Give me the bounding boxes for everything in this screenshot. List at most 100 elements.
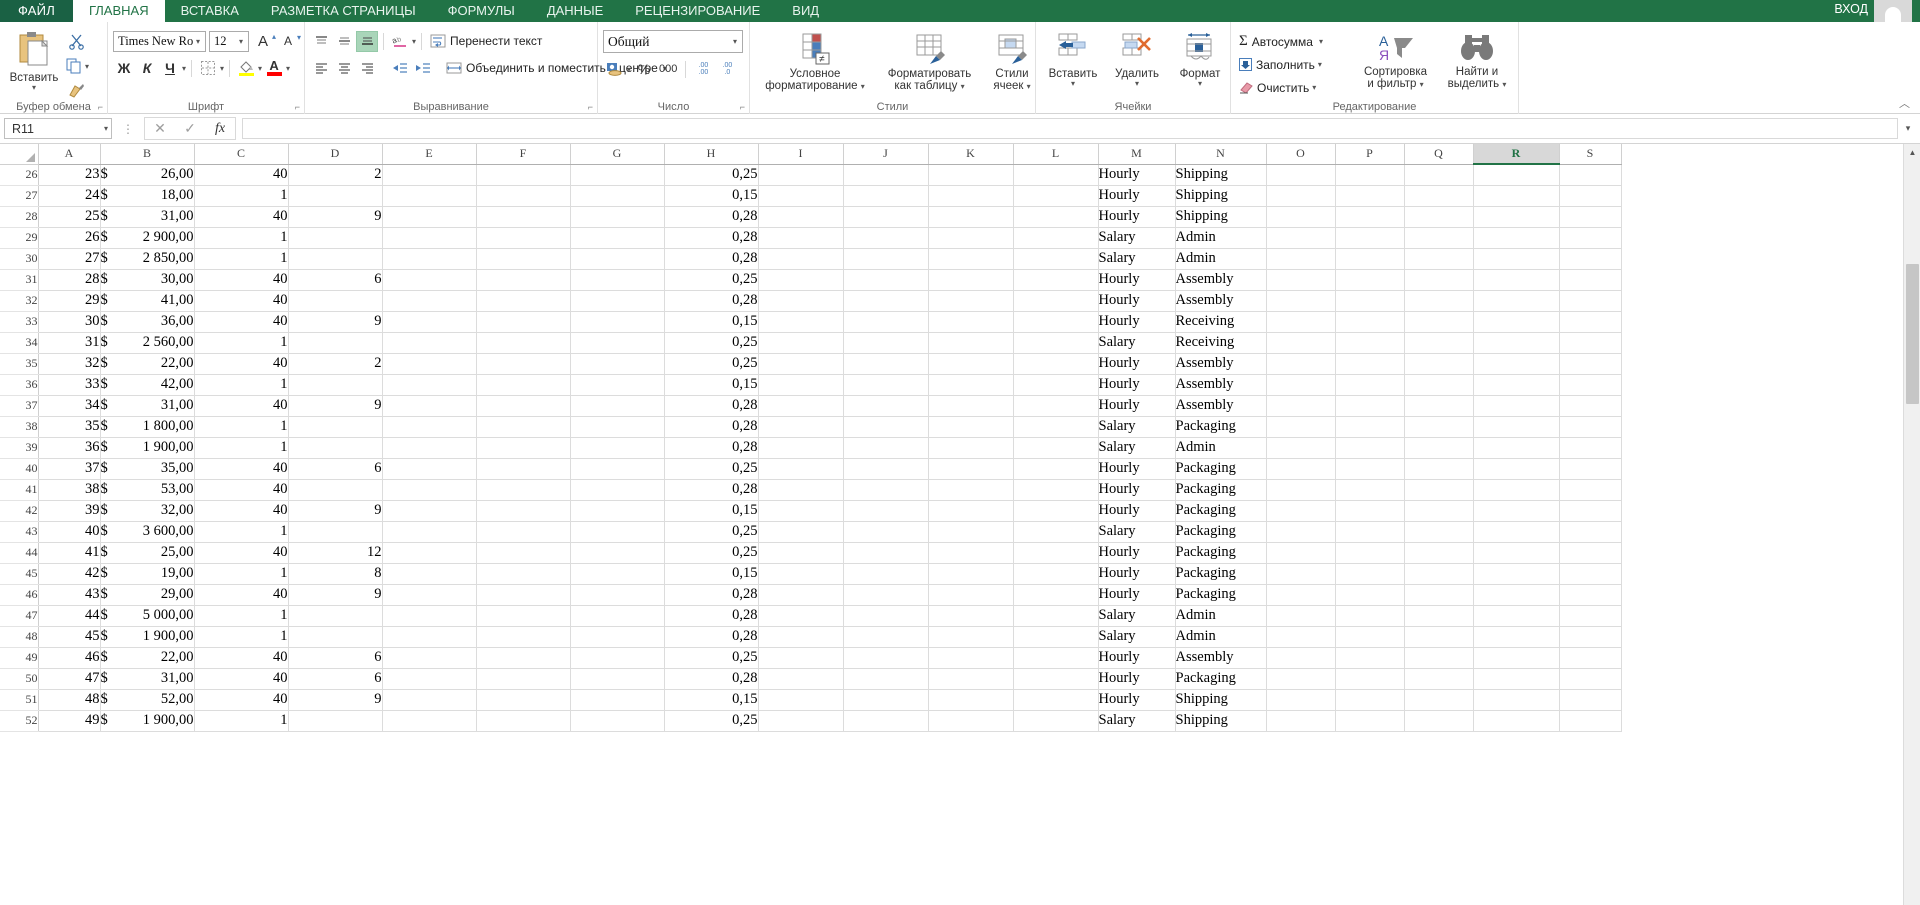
column-header-i[interactable]: I — [758, 144, 844, 165]
cell-Q35[interactable] — [1404, 353, 1474, 375]
cell-E32[interactable] — [382, 290, 477, 312]
cell-L30[interactable] — [1013, 248, 1099, 270]
cell-D43[interactable] — [288, 521, 383, 543]
cell-K41[interactable] — [928, 479, 1014, 501]
cell-N28[interactable]: Shipping — [1175, 206, 1267, 228]
cell-A31[interactable]: 28 — [38, 269, 101, 291]
cell-K40[interactable] — [928, 458, 1014, 480]
cell-S51[interactable] — [1559, 689, 1622, 711]
cell-E31[interactable] — [382, 269, 477, 291]
cell-H51[interactable]: 0,15 — [664, 689, 759, 711]
cell-S48[interactable] — [1559, 626, 1622, 648]
cell-D39[interactable] — [288, 437, 383, 459]
cell-K43[interactable] — [928, 521, 1014, 543]
cell-J33[interactable] — [843, 311, 929, 333]
align-right-button[interactable] — [356, 58, 378, 79]
cell-M51[interactable]: Hourly — [1098, 689, 1176, 711]
cell-F46[interactable] — [476, 584, 571, 606]
cell-I52[interactable] — [758, 710, 844, 732]
cell-D46[interactable]: 9 — [288, 584, 383, 606]
cell-I41[interactable] — [758, 479, 844, 501]
cell-G52[interactable] — [570, 710, 665, 732]
cell-P40[interactable] — [1335, 458, 1405, 480]
cell-M47[interactable]: Salary — [1098, 605, 1176, 627]
cell-B36[interactable]: $42,00 — [100, 374, 195, 396]
row-header-43[interactable]: 43 — [0, 521, 39, 543]
cell-J50[interactable] — [843, 668, 929, 690]
cell-P47[interactable] — [1335, 605, 1405, 627]
column-header-l[interactable]: L — [1013, 144, 1099, 165]
cell-B47[interactable]: $5 000,00 — [100, 605, 195, 627]
column-header-e[interactable]: E — [382, 144, 477, 165]
cell-I46[interactable] — [758, 584, 844, 606]
cell-M27[interactable]: Hourly — [1098, 185, 1176, 207]
cell-A32[interactable]: 29 — [38, 290, 101, 312]
cell-P41[interactable] — [1335, 479, 1405, 501]
cell-R26[interactable] — [1473, 164, 1560, 186]
cell-O37[interactable] — [1266, 395, 1336, 417]
row-header-48[interactable]: 48 — [0, 626, 39, 648]
cell-E51[interactable] — [382, 689, 477, 711]
cell-A37[interactable]: 34 — [38, 395, 101, 417]
accounting-chevron-down-icon[interactable]: ▾ — [627, 65, 631, 73]
column-header-k[interactable]: K — [928, 144, 1014, 165]
cell-Q51[interactable] — [1404, 689, 1474, 711]
cell-P42[interactable] — [1335, 500, 1405, 522]
cell-N41[interactable]: Packaging — [1175, 479, 1267, 501]
cell-Q39[interactable] — [1404, 437, 1474, 459]
cell-E45[interactable] — [382, 563, 477, 585]
cell-J34[interactable] — [843, 332, 929, 354]
name-box[interactable]: R11 ▾ — [4, 118, 112, 139]
cell-E28[interactable] — [382, 206, 477, 228]
cell-Q44[interactable] — [1404, 542, 1474, 564]
cell-O44[interactable] — [1266, 542, 1336, 564]
cell-F50[interactable] — [476, 668, 571, 690]
cell-L26[interactable] — [1013, 164, 1099, 186]
cell-S36[interactable] — [1559, 374, 1622, 396]
cell-R29[interactable] — [1473, 227, 1560, 249]
row-header-45[interactable]: 45 — [0, 563, 39, 585]
column-header-d[interactable]: D — [288, 144, 383, 165]
cell-N39[interactable]: Admin — [1175, 437, 1267, 459]
row-header-51[interactable]: 51 — [0, 689, 39, 711]
cell-P29[interactable] — [1335, 227, 1405, 249]
cell-E38[interactable] — [382, 416, 477, 438]
cell-N35[interactable]: Assembly — [1175, 353, 1267, 375]
comma-style-button[interactable]: 000 — [657, 59, 679, 80]
cell-M50[interactable]: Hourly — [1098, 668, 1176, 690]
tab-review[interactable]: РЕЦЕНЗИРОВАНИЕ — [619, 0, 776, 22]
cell-E26[interactable] — [382, 164, 477, 186]
cell-H50[interactable]: 0,28 — [664, 668, 759, 690]
tab-file[interactable]: ФАЙЛ — [0, 0, 73, 22]
cell-F27[interactable] — [476, 185, 571, 207]
cell-I50[interactable] — [758, 668, 844, 690]
conditional-formatting-chevron-down-icon[interactable]: ▾ — [861, 82, 865, 91]
cell-Q27[interactable] — [1404, 185, 1474, 207]
cell-B44[interactable]: $25,00 — [100, 542, 195, 564]
fill-chevron-down-icon[interactable]: ▾ — [1318, 61, 1322, 69]
cell-D27[interactable] — [288, 185, 383, 207]
cell-A48[interactable]: 45 — [38, 626, 101, 648]
clear-chevron-down-icon[interactable]: ▾ — [1312, 84, 1316, 92]
cell-C36[interactable]: 1 — [194, 374, 289, 396]
font-name-combo[interactable]: Times New Ro ▾ — [113, 30, 206, 52]
cell-styles-chevron-down-icon[interactable]: ▾ — [1027, 82, 1031, 91]
cell-S28[interactable] — [1559, 206, 1622, 228]
cell-J26[interactable] — [843, 164, 929, 186]
column-header-f[interactable]: F — [476, 144, 571, 165]
cell-R31[interactable] — [1473, 269, 1560, 291]
cell-L44[interactable] — [1013, 542, 1099, 564]
cell-G47[interactable] — [570, 605, 665, 627]
cell-K47[interactable] — [928, 605, 1014, 627]
row-header-50[interactable]: 50 — [0, 668, 39, 690]
autosum-button[interactable]: Σ Автосумма ▾ — [1236, 31, 1354, 52]
cell-A30[interactable]: 27 — [38, 248, 101, 270]
cell-S26[interactable] — [1559, 164, 1622, 186]
cell-S50[interactable] — [1559, 668, 1622, 690]
cell-N34[interactable]: Receiving — [1175, 332, 1267, 354]
cell-R39[interactable] — [1473, 437, 1560, 459]
cell-E50[interactable] — [382, 668, 477, 690]
cell-H40[interactable]: 0,25 — [664, 458, 759, 480]
cell-B51[interactable]: $52,00 — [100, 689, 195, 711]
cell-D35[interactable]: 2 — [288, 353, 383, 375]
